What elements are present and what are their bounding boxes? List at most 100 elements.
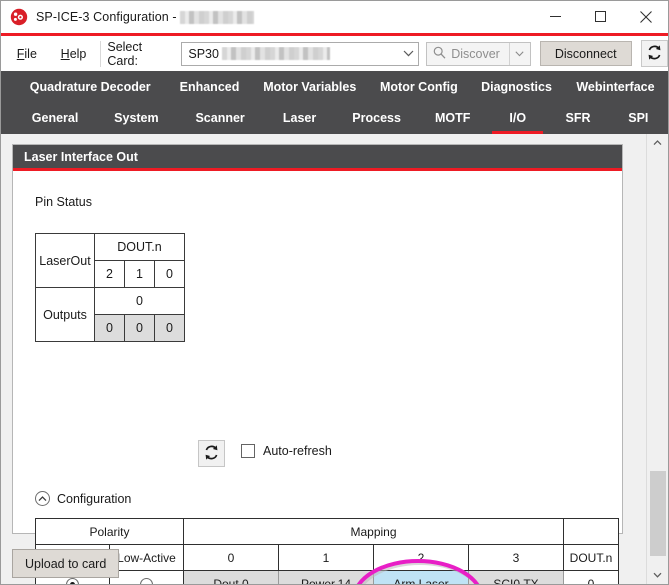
refresh-icon <box>203 444 220 464</box>
menu-help[interactable]: Help <box>54 45 94 63</box>
tab-general[interactable]: General <box>14 102 95 134</box>
scrollbar-thumb[interactable] <box>650 471 666 556</box>
discover-dropdown-arrow[interactable] <box>508 42 530 65</box>
tab-system[interactable]: System <box>96 102 177 134</box>
panel-header: Laser Interface Out <box>13 145 622 171</box>
pin-status-refresh-button[interactable] <box>198 440 225 467</box>
configuration-table: Polarity Mapping High-Active Low-Active … <box>35 518 619 584</box>
auto-refresh-label: Auto-refresh <box>263 444 332 458</box>
tab-enhanced[interactable]: Enhanced <box>167 71 252 102</box>
app-logo-icon <box>10 8 28 26</box>
tab-motor-variables[interactable]: Motor Variables <box>252 71 368 102</box>
mapping-cell-r0c2[interactable]: Arm Laser <box>373 570 469 584</box>
vertical-scrollbar[interactable] <box>646 134 668 584</box>
group-header-spacer <box>563 518 619 545</box>
tab-label: SFR <box>565 111 591 125</box>
tab-process[interactable]: Process <box>336 102 417 134</box>
col-header-map-3: 3 <box>468 544 564 571</box>
tab-scanner[interactable]: Scanner <box>177 102 263 134</box>
col-header-map-2: 2 <box>373 544 469 571</box>
output-bit-1: 0 <box>124 314 155 342</box>
application-window: SP-ICE-3 Configuration - File Help Selec… <box>0 0 669 585</box>
laser-interface-out-panel: Laser Interface Out Pin Status LaserOut … <box>12 144 623 584</box>
tab-label: System <box>114 111 159 125</box>
window-title: SP-ICE-3 Configuration - <box>36 10 254 24</box>
toolbar-refresh-button[interactable] <box>640 40 668 67</box>
tab-label: Diagnostics <box>481 79 552 94</box>
dout-index-row0: 0 <box>563 570 619 584</box>
output-bit-2: 0 <box>94 314 125 342</box>
col-header-doutn: DOUT.n <box>563 544 619 571</box>
panel-title: Laser Interface Out <box>24 149 138 164</box>
tab-label: I/O <box>509 111 527 125</box>
radio-low-active-row0[interactable] <box>109 570 184 584</box>
discover-split-button[interactable]: Discover <box>426 41 531 66</box>
tab-motor-config[interactable]: Motor Config <box>368 71 470 102</box>
pin-bit-index-1: 1 <box>124 260 155 288</box>
mapping-cell-r0c1[interactable]: Power.14 <box>278 570 374 584</box>
tab-laser[interactable]: Laser <box>263 102 336 134</box>
tab-label: Motor Config <box>380 79 458 94</box>
tab-label: Scanner <box>195 111 245 125</box>
disconnect-label: Disconnect <box>554 46 617 61</box>
mapping-cell-r0c3[interactable]: SCI0.TX <box>468 570 564 584</box>
title-bar: SP-ICE-3 Configuration - <box>1 1 668 33</box>
pin-bit-index-0: 0 <box>154 260 185 288</box>
tab-bar-secondary: General System Scanner Laser Process MOT… <box>1 102 668 135</box>
pin-bit-index-2: 2 <box>94 260 125 288</box>
disconnect-button[interactable]: Disconnect <box>539 41 632 66</box>
window-title-text: SP-ICE-3 Configuration - <box>36 10 177 24</box>
refresh-icon <box>646 44 663 64</box>
tab-label: MOTF <box>434 111 471 125</box>
table-row: Outputs 0 <box>35 287 185 342</box>
select-card-label: Select Card: <box>107 39 143 68</box>
auto-refresh-row[interactable]: Auto-refresh <box>241 444 332 458</box>
chevron-down-icon <box>398 43 418 65</box>
group-header-polarity: Polarity <box>35 518 184 545</box>
maximize-button[interactable] <box>578 1 623 32</box>
menu-file[interactable]: File <box>10 45 44 63</box>
minimize-button[interactable] <box>533 1 578 32</box>
col-header-low-active: Low-Active <box>109 544 184 571</box>
upload-to-card-button-footer[interactable]: Upload to card <box>12 549 120 578</box>
group-header-mapping: Mapping <box>183 518 564 545</box>
radio-indicator <box>66 578 79 584</box>
table-header-row: High-Active Low-Active 0 1 2 3 DOUT.n <box>35 544 619 571</box>
upload-to-card-label: Upload to card <box>25 556 107 571</box>
tab-label: Webinterface <box>576 79 655 94</box>
menu-file-label: ile <box>24 46 37 61</box>
tab-label: Laser <box>282 111 317 125</box>
table-header-row: Polarity Mapping <box>35 518 619 545</box>
tab-spi[interactable]: SPI <box>609 102 668 134</box>
configuration-label: Configuration <box>57 491 132 506</box>
tab-sfr[interactable]: SFR <box>547 102 608 134</box>
pin-status-table: LaserOut DOUT.n 2 1 0 Outputs 0 0 0 0 <box>35 233 185 342</box>
tab-quadrature-decoder[interactable]: Quadrature Decoder <box>13 71 167 102</box>
tab-label: SPI <box>628 111 649 125</box>
scroll-up-button[interactable] <box>647 134 668 152</box>
mapping-cell-r0c0[interactable]: Dout.0 <box>183 570 279 584</box>
tab-label: Enhanced <box>179 79 240 94</box>
magnifier-icon <box>433 46 446 62</box>
tab-diagnostics[interactable]: Diagnostics <box>470 71 563 102</box>
tab-label: Process <box>352 111 401 125</box>
configuration-collapse-toggle[interactable]: Configuration <box>35 491 131 506</box>
col-header-map-0: 0 <box>183 544 279 571</box>
tab-webinterface[interactable]: Webinterface <box>563 71 668 102</box>
pin-row-label-outputs: Outputs <box>35 287 95 342</box>
pin-status-label: Pin Status <box>35 195 92 209</box>
select-card-value: SP30 <box>182 47 398 61</box>
select-card-combobox[interactable]: SP30 <box>181 41 420 66</box>
scroll-down-button[interactable] <box>647 566 668 584</box>
tab-motf[interactable]: MOTF <box>417 102 488 134</box>
table-row: Dout.0 Power.14 Arm Laser SCI0.TX 0 <box>35 570 619 584</box>
col-header-map-1: 1 <box>278 544 374 571</box>
tab-io[interactable]: I/O <box>488 102 547 134</box>
tab-label: Quadrature Decoder <box>29 79 151 94</box>
select-card-value-text: SP30 <box>188 46 219 61</box>
close-button[interactable] <box>623 1 668 32</box>
tab-bar-primary: Quadrature Decoder Enhanced Motor Variab… <box>1 71 668 102</box>
select-card-redacted <box>221 47 330 60</box>
discover-button[interactable]: Discover <box>427 43 509 65</box>
auto-refresh-checkbox[interactable] <box>241 444 255 458</box>
